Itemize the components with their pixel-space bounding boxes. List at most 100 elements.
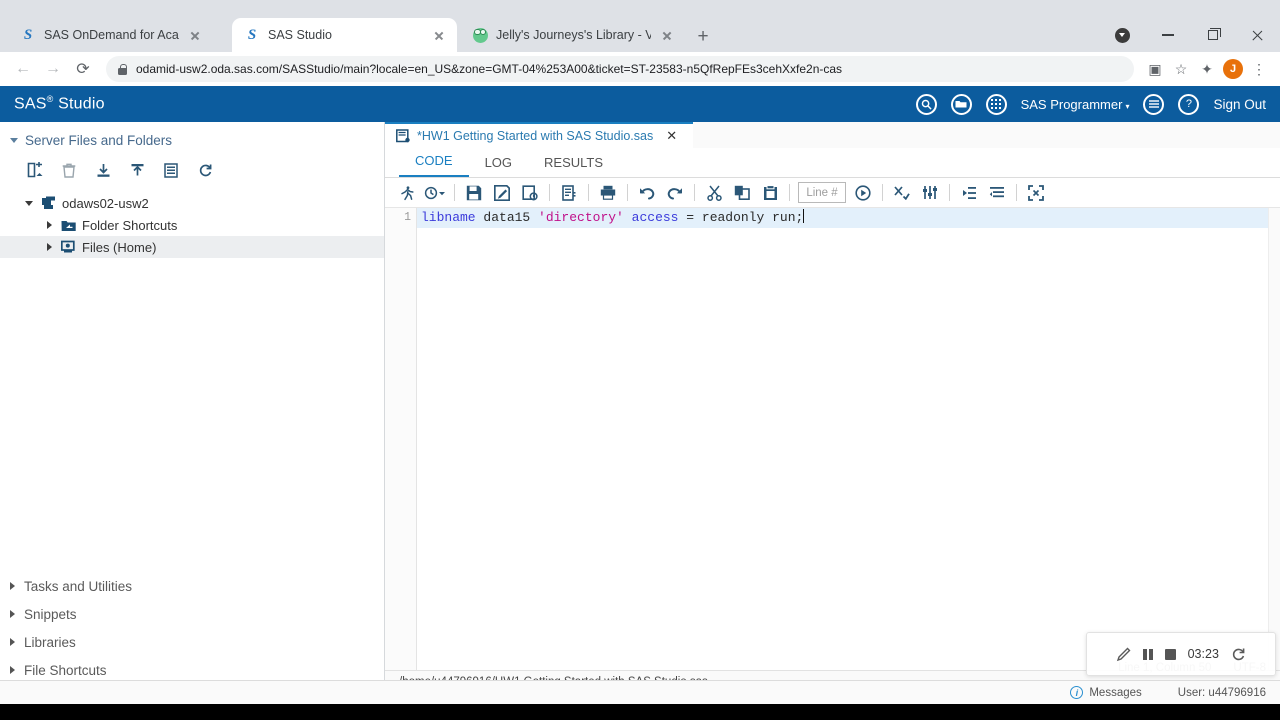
close-window-button[interactable] xyxy=(1235,18,1280,52)
role-selector[interactable]: SAS Programmer ▾ xyxy=(1021,97,1130,112)
bookmark-star-icon[interactable]: ☆ xyxy=(1168,54,1194,84)
sidebar-item-libraries[interactable]: Libraries xyxy=(0,628,384,656)
sort-icon[interactable] xyxy=(916,180,944,206)
close-icon[interactable] xyxy=(659,27,675,43)
search-icon[interactable] xyxy=(915,93,937,115)
tab-log[interactable]: LOG xyxy=(469,155,528,177)
code-token-plain: data15 xyxy=(475,210,539,225)
server-files-panel-header[interactable]: Server Files and Folders xyxy=(0,122,384,154)
options-icon[interactable] xyxy=(1143,93,1165,115)
address-bar[interactable]: odamid-usw2.oda.sas.com/SASStudio/main?l… xyxy=(106,56,1134,82)
extensions-icon[interactable]: ✦ xyxy=(1194,54,1220,84)
code-text[interactable]: libname data15 'directory' access = read… xyxy=(421,208,805,228)
tree-node-server[interactable]: odaws02-usw2 xyxy=(0,192,384,214)
browser-tab-strip: S SAS OnDemand for Academics S SAS Studi… xyxy=(0,0,1280,52)
tree-node-label: odaws02-usw2 xyxy=(62,195,149,211)
restart-icon[interactable] xyxy=(1231,647,1246,662)
avatar[interactable]: J xyxy=(1220,54,1246,84)
editor-vertical-scrollbar[interactable] xyxy=(1268,208,1280,670)
reload-button[interactable]: ⟳ xyxy=(68,54,98,84)
home-files-icon xyxy=(60,240,76,255)
sign-out-button[interactable]: Sign Out xyxy=(1213,97,1266,112)
toolbar-separator xyxy=(882,184,883,201)
code-token-keyword: libname xyxy=(421,210,476,225)
maximize-icon[interactable] xyxy=(1022,180,1050,206)
properties-icon[interactable] xyxy=(555,180,583,206)
tree-node-files-home[interactable]: Files (Home) xyxy=(0,236,384,258)
upload-icon[interactable] xyxy=(120,158,154,182)
toolbar-separator xyxy=(949,184,950,201)
browser-tab-title: Jelly's Journeys's Library - Vidyar xyxy=(496,28,651,42)
new-tab-button[interactable]: + xyxy=(690,24,716,50)
back-button[interactable]: ← xyxy=(8,54,38,84)
clear-all-icon[interactable] xyxy=(888,180,916,206)
panel-title: Server Files and Folders xyxy=(25,133,173,148)
sas-logo-icon: S xyxy=(247,26,257,43)
run-icon[interactable] xyxy=(393,180,421,206)
help-icon[interactable]: ? xyxy=(1178,93,1200,115)
save-as-icon[interactable] xyxy=(488,180,516,206)
browser-tab-2[interactable]: Jelly's Journeys's Library - Vidyar xyxy=(460,18,685,52)
tab-code[interactable]: CODE xyxy=(399,153,469,177)
toolbar-separator xyxy=(694,184,695,201)
copy-icon[interactable] xyxy=(728,180,756,206)
sidebar-item-label: Tasks and Utilities xyxy=(24,578,133,594)
role-label: SAS Programmer xyxy=(1020,96,1123,112)
sidebar-item-label: File Shortcuts xyxy=(24,662,107,678)
frog-icon xyxy=(472,27,488,43)
save-icon[interactable] xyxy=(460,180,488,206)
format-code-icon[interactable] xyxy=(983,180,1011,206)
save-all-icon[interactable] xyxy=(516,180,544,206)
document-tab[interactable]: *HW1 Getting Started with SAS Studio.sas… xyxy=(385,122,693,148)
pause-icon[interactable] xyxy=(1143,648,1153,660)
pen-icon[interactable] xyxy=(1116,647,1131,662)
undo-icon[interactable] xyxy=(633,180,661,206)
print-icon[interactable] xyxy=(594,180,622,206)
close-icon[interactable] xyxy=(431,27,447,43)
sidebar-item-snippets[interactable]: Snippets xyxy=(0,600,384,628)
cut-icon[interactable] xyxy=(700,180,728,206)
redo-icon[interactable] xyxy=(661,180,689,206)
toolbar-separator xyxy=(454,184,455,201)
sidebar-toolbar xyxy=(0,154,384,188)
tree-node-folder-shortcuts[interactable]: Folder Shortcuts xyxy=(0,214,384,236)
close-icon[interactable] xyxy=(187,27,203,43)
browser-tab-0[interactable]: S SAS OnDemand for Academics xyxy=(8,18,213,52)
forward-button[interactable]: → xyxy=(38,54,68,84)
recording-toolbar[interactable]: 03:23 xyxy=(1086,632,1276,676)
stop-icon[interactable] xyxy=(1164,648,1176,660)
close-icon[interactable]: ✕ xyxy=(666,128,677,144)
profile-indicator-icon[interactable] xyxy=(1100,18,1145,52)
open-folder-icon[interactable] xyxy=(950,93,972,115)
browser-toolbar: ← → ⟳ odamid-usw2.oda.sas.com/SASStudio/… xyxy=(0,52,1280,86)
chevron-right-icon[interactable] xyxy=(44,243,54,251)
minimize-button[interactable] xyxy=(1145,18,1190,52)
browser-tab-1[interactable]: S SAS Studio xyxy=(232,18,457,52)
cast-icon[interactable]: ▣ xyxy=(1142,54,1168,84)
sidebar-item-tasks-and-utilities[interactable]: Tasks and Utilities xyxy=(0,572,384,600)
messages-button[interactable]: i Messages xyxy=(1070,686,1142,699)
new-icon[interactable] xyxy=(18,158,52,182)
paste-icon[interactable] xyxy=(756,180,784,206)
app-logo: SAS® Studio xyxy=(14,94,105,113)
browser-menu-icon[interactable]: ⋮ xyxy=(1246,54,1272,84)
chevron-right-icon[interactable] xyxy=(44,221,54,229)
chevron-down-icon[interactable] xyxy=(24,200,34,206)
properties-icon[interactable] xyxy=(154,158,188,182)
app-grid-icon[interactable] xyxy=(985,93,1007,115)
indent-icon[interactable] xyxy=(955,180,983,206)
screen-bottom-bar xyxy=(0,704,1280,720)
chevron-right-icon xyxy=(10,610,15,618)
text-cursor xyxy=(803,209,805,223)
maximize-button[interactable] xyxy=(1190,18,1235,52)
download-icon[interactable] xyxy=(86,158,120,182)
refresh-icon[interactable] xyxy=(188,158,222,182)
tab-results[interactable]: RESULTS xyxy=(528,155,619,177)
code-editor[interactable]: 1 libname data15 'directory' access = re… xyxy=(385,208,1280,670)
line-number-input[interactable]: Line # xyxy=(798,182,846,203)
go-to-line-icon[interactable] xyxy=(849,180,877,206)
history-dropdown-icon[interactable] xyxy=(421,180,449,206)
chevron-down-icon: ▾ xyxy=(1125,101,1130,111)
delete-icon[interactable] xyxy=(52,158,86,182)
